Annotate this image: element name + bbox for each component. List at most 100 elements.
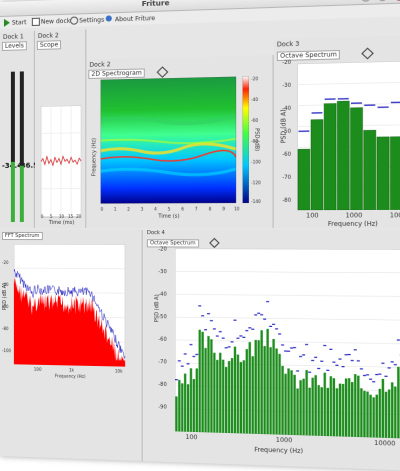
octave-top-yticks: -20 -30 -40 -50 -60 -70 -80	[282, 59, 297, 212]
octave-bar	[337, 101, 349, 210]
octave-bar	[258, 340, 260, 434]
y-tick: -90	[158, 404, 167, 410]
widget-select[interactable]: Levels	[2, 41, 27, 51]
x-tick: 5	[50, 214, 53, 219]
x-axis-label: Frequency (Hz)	[328, 221, 378, 228]
octave-bar	[266, 329, 268, 434]
octave-bar	[284, 374, 286, 435]
about-icon[interactable]	[106, 15, 112, 21]
octave-bar	[345, 378, 347, 436]
colorbar-tick: -60	[251, 118, 258, 123]
octave-bar	[330, 376, 332, 436]
close-icon[interactable]	[394, 0, 400, 1]
dock-settings-icon[interactable]	[209, 238, 219, 248]
x-tick: 1000	[276, 437, 293, 445]
settings-button[interactable]: Settings	[79, 17, 104, 25]
colorbar-tick: -100	[251, 159, 261, 164]
spectrogram-plot	[101, 77, 237, 204]
octave-bar	[308, 388, 310, 436]
about-button[interactable]: About Friture	[115, 15, 155, 23]
y-tick: -80	[282, 198, 291, 204]
octave-bar	[187, 384, 189, 432]
octave-bar	[255, 340, 257, 434]
colorbar-tick: -40	[251, 97, 258, 102]
minimize-icon[interactable]	[361, 0, 371, 2]
level-fill-left	[11, 162, 15, 222]
octave-bar	[287, 368, 289, 435]
y-tick: -40	[282, 106, 291, 112]
y-axis-label: Frequency (Hz)	[91, 138, 97, 176]
x-tick: 10	[59, 214, 64, 219]
y-tick: -40	[2, 282, 8, 287]
octave-bar	[252, 356, 254, 434]
octave-bar	[260, 330, 262, 434]
widget-select[interactable]: 2D Spectrogram	[88, 68, 145, 79]
octave-bottom-plot	[175, 249, 400, 439]
octave-bar	[237, 355, 239, 434]
octave-bar	[246, 349, 248, 434]
octave-bar	[311, 378, 313, 436]
octave-bar	[210, 339, 212, 432]
octave-bar	[263, 346, 265, 434]
x-tick: 2	[127, 207, 130, 212]
dock-title: Dock 4	[147, 230, 165, 236]
widget-select[interactable]: Scope	[37, 40, 61, 50]
dock-settings-icon[interactable]	[157, 66, 169, 78]
start-icon[interactable]	[4, 19, 10, 27]
octave-bar	[342, 384, 344, 437]
dock-octave-top: Dock 3 Octave Spectrum PSD (dB A) -20 -3…	[274, 35, 400, 228]
octave-bar	[269, 347, 271, 434]
octave-bar	[178, 380, 180, 432]
x-tick: 0	[101, 207, 104, 212]
settings-icon[interactable]	[70, 16, 78, 24]
new-dock-icon[interactable]	[32, 18, 40, 26]
octave-bar	[202, 332, 204, 432]
x-tick: 3	[141, 207, 144, 212]
x-tick: 20	[76, 214, 81, 219]
octave-bar	[231, 358, 233, 433]
octave-bar	[243, 360, 245, 433]
octave-bar	[281, 366, 283, 435]
octave-bar	[225, 367, 227, 433]
dock-levels: Dock 1 Levels -34.4 -36.5	[0, 31, 35, 228]
x-tick: 100	[306, 212, 318, 219]
octave-bar	[275, 348, 277, 434]
dock-title: Dock 3	[277, 41, 299, 49]
octave-bar	[377, 137, 389, 210]
scope-xticks: 0 5 10 15 20	[41, 214, 81, 220]
octave-top-plot	[297, 61, 400, 210]
x-tick: 5	[168, 206, 171, 211]
octave-bar	[228, 361, 230, 433]
octave-bar	[296, 389, 298, 436]
y-tick: -100	[2, 348, 11, 353]
x-tick: 1k	[69, 367, 74, 372]
dock-octave-bottom: Dock 4 Octave Spectrum PSD (dB A) -20 -3…	[144, 230, 400, 471]
widget-select[interactable]: FFT Spectrum	[2, 232, 42, 240]
dock-fft: FFT Spectrum PSD (dB A) -20 -40 -60 -80 …	[0, 230, 143, 461]
start-button[interactable]: Start	[12, 19, 27, 26]
octave-bar	[311, 120, 323, 211]
maximize-icon[interactable]	[378, 0, 388, 1]
dock-settings-icon[interactable]	[361, 47, 374, 59]
new-dock-button[interactable]: New dock	[41, 18, 70, 26]
octave-bar	[357, 376, 359, 437]
octave-bar	[397, 367, 399, 439]
octave-bar	[372, 397, 374, 437]
octave-bar	[385, 392, 387, 438]
octave-bar	[363, 391, 365, 437]
octave-bar	[354, 374, 356, 437]
octave-bar	[390, 137, 400, 210]
x-tick: 8	[209, 206, 212, 211]
octave-bar	[364, 130, 376, 210]
octave-bar	[213, 353, 215, 433]
fft-plot	[14, 244, 125, 367]
octave-bar	[302, 379, 304, 436]
x-tick: 10	[234, 206, 239, 211]
octave-bar	[190, 368, 192, 432]
octave-bar	[175, 396, 177, 431]
fft-yticks: -20 -40 -60 -80 -100	[2, 260, 14, 370]
y-tick: -60	[158, 337, 167, 343]
octave-bar	[234, 347, 236, 434]
octave-bar	[366, 392, 368, 438]
x-tick: 15	[68, 214, 73, 219]
